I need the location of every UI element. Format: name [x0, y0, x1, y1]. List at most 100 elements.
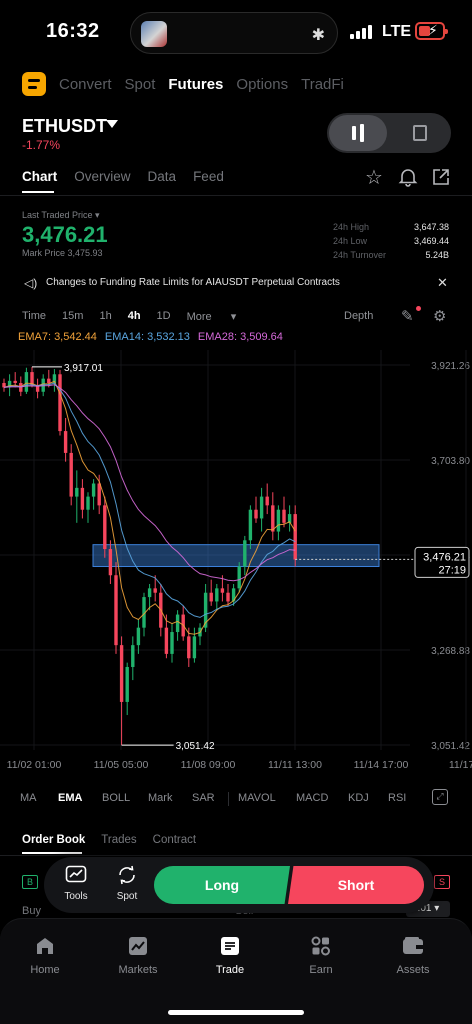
swap-icon [107, 865, 147, 889]
close-icon[interactable]: ✕ [437, 275, 448, 291]
candle-body [187, 636, 191, 659]
tab-data[interactable]: Data [148, 169, 177, 184]
tools-chart-icon [56, 865, 96, 889]
candle-body [103, 505, 107, 550]
active-tab-indicator [22, 191, 54, 193]
interval-time[interactable]: Time [22, 310, 46, 323]
candle-body [86, 496, 90, 510]
indicator-divider [228, 792, 229, 806]
interval-more-label: More [186, 311, 212, 323]
announcement-banner[interactable]: ◁) Changes to Funding Rate Limits for AI… [0, 272, 472, 294]
spot-button[interactable]: Spot [107, 865, 147, 902]
short-button[interactable]: Short [288, 866, 424, 904]
candle-body [63, 431, 68, 453]
now-playing-avatar [141, 21, 167, 47]
nav-home[interactable]: Home [10, 935, 80, 976]
bottom-nav: Home Markets Trade Earn Assets [0, 918, 472, 1024]
tab-feed[interactable]: Feed [193, 169, 224, 184]
candle-body [164, 627, 169, 654]
tab-contract[interactable]: Contract [153, 834, 196, 846]
settings-icon[interactable]: ⚙ [433, 307, 446, 325]
network-label: LTE [382, 23, 412, 40]
indicator-kdj[interactable]: KDJ [348, 792, 388, 804]
x-tick-label: 11/05 05:00 [94, 759, 149, 771]
tab-chart[interactable]: Chart [22, 169, 57, 184]
sell-side-toggle[interactable]: S [434, 875, 450, 889]
nav-home-label: Home [30, 964, 60, 976]
pair-change: -1.77% [22, 138, 61, 152]
document-icon [413, 125, 427, 141]
indicator-macd[interactable]: MACD [296, 792, 348, 804]
app-menu-logo-icon[interactable] [22, 72, 46, 96]
buy-side-toggle[interactable]: B [22, 875, 38, 889]
indicator-mavol[interactable]: MAVOL [238, 792, 296, 804]
nav-markets-label: Markets [118, 964, 158, 976]
announcement-text[interactable]: Changes to Funding Rate Limits for AIAUS… [46, 277, 340, 288]
y-tick-label: 3,268.88 [431, 646, 470, 657]
chart-view-button[interactable] [329, 115, 387, 151]
share-icon[interactable] [430, 167, 452, 189]
nav-trade[interactable]: Trade [195, 935, 265, 976]
long-button[interactable]: Long [154, 866, 290, 904]
bell-icon[interactable] [397, 167, 419, 189]
candle-body [125, 666, 129, 702]
indicator-sar[interactable]: SAR [192, 792, 238, 804]
battery-icon: ⚡ [415, 22, 448, 40]
nav-earn[interactable]: Earn [286, 935, 356, 976]
candle-body [226, 592, 230, 602]
tab-trades[interactable]: Trades [101, 834, 136, 846]
nav-futures[interactable]: Futures [168, 76, 223, 93]
y-tick-label: 3,703.80 [431, 456, 470, 467]
pair-symbol[interactable]: ETHUSDT [22, 116, 107, 137]
indicator-boll[interactable]: BOLL [102, 792, 148, 804]
highlight-zone [92, 544, 380, 568]
interval-15m[interactable]: 15m [62, 310, 83, 323]
nav-convert[interactable]: Convert [59, 76, 112, 93]
interval-1d[interactable]: 1D [157, 310, 171, 323]
indicator-mark[interactable]: Mark [148, 792, 192, 804]
pen-icon[interactable]: ✎ [401, 307, 414, 325]
order-view-button[interactable] [391, 115, 449, 151]
tab-overview[interactable]: Overview [74, 169, 130, 184]
markets-chart-icon [103, 935, 173, 961]
home-icon [10, 935, 80, 961]
nav-options[interactable]: Options [236, 76, 288, 93]
interval-4h[interactable]: 4h [128, 310, 141, 323]
candle-body [119, 645, 124, 702]
high-label: 24h High [333, 222, 370, 232]
candlestick-icon [352, 124, 366, 142]
nav-tradfi[interactable]: TradFi [301, 76, 344, 93]
y-tick-label: 3,921.26 [431, 361, 470, 372]
nav-markets[interactable]: Markets [103, 935, 173, 976]
interval-more[interactable]: More ▾ [187, 310, 237, 323]
indicator-ema[interactable]: EMA [58, 792, 102, 804]
candle-body [215, 588, 219, 602]
buy-column-label: Buy [22, 905, 41, 917]
indicator-ma[interactable]: MA [20, 792, 58, 804]
nav-spot[interactable]: Spot [125, 76, 156, 93]
fullscreen-icon[interactable]: ⤢ [432, 789, 448, 805]
star-icon[interactable]: ☆ [363, 167, 385, 189]
turnover-value: 5.24B [425, 250, 449, 260]
nav-assets-label: Assets [396, 964, 430, 976]
tools-button[interactable]: Tools [56, 865, 96, 902]
speaker-icon: ◁) [24, 276, 38, 290]
price-chart[interactable]: 3,921.263,703.803,486.343,268.883,051.42… [0, 350, 472, 780]
signal-icon [350, 24, 372, 39]
tab-order-book[interactable]: Order Book [22, 834, 85, 846]
dynamic-island[interactable]: ✱ [130, 12, 338, 54]
candle-body [108, 549, 113, 576]
candle-body [97, 483, 101, 506]
indicator-rsi[interactable]: RSI [388, 792, 418, 804]
interval-1h[interactable]: 1h [99, 310, 111, 323]
last-price-label[interactable]: Last Traded Price ▾ [22, 210, 100, 221]
candle-body [170, 632, 174, 654]
candle-body [254, 509, 258, 519]
ema14-line [3, 382, 296, 618]
candle-body [13, 380, 17, 384]
nav-assets[interactable]: Assets [378, 935, 448, 976]
pair-dropdown-icon[interactable] [106, 120, 118, 128]
depth-toggle[interactable]: Depth [344, 310, 373, 322]
candle-body [69, 452, 73, 497]
low-marker-label: 3,051.42 [176, 741, 215, 752]
